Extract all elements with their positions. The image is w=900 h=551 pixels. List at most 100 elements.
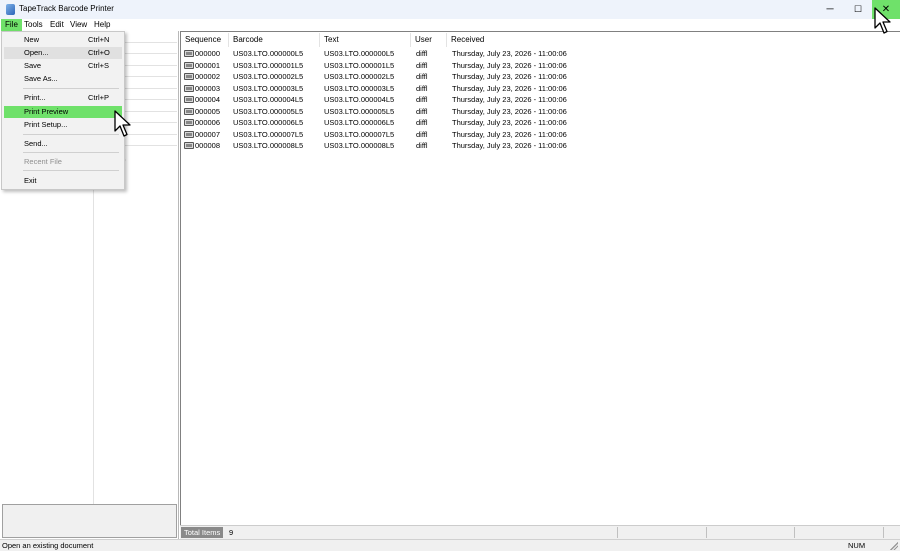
menu-item-send[interactable]: Send... xyxy=(4,138,122,150)
total-items-label: Total Items xyxy=(181,527,224,538)
status-separator xyxy=(617,527,618,538)
cell-received: Thursday, July 23, 2026 - 11:00:06 xyxy=(452,95,567,104)
resize-grip-icon[interactable] xyxy=(890,542,898,550)
table-row[interactable]: 000004 US03.LTO.000004L5 US03.LTO.000004L5… xyxy=(181,94,781,106)
menu-item-exit[interactable]: Exit xyxy=(4,175,122,187)
window-title: TapeTrack Barcode Printer xyxy=(19,4,114,13)
cell-text: US03.LTO.000006L5 xyxy=(324,118,395,127)
column-header-barcode[interactable]: Barcode xyxy=(229,33,320,47)
table-row[interactable]: 000008 US03.LTO.000008L5 US03.LTO.000008L5… xyxy=(181,140,781,152)
cell-sequence: 000008 xyxy=(195,141,221,150)
status-message: Open an existing document xyxy=(2,541,94,550)
cell-user: diffl xyxy=(416,106,428,116)
column-header-text[interactable]: Text xyxy=(320,33,411,47)
cell-user: diffl xyxy=(416,118,428,127)
cell-barcode: US03.LTO.000006L5 xyxy=(233,118,304,127)
table-row[interactable]: 000000 US03.LTO.000000L5 US03.LTO.000000L5… xyxy=(181,48,781,60)
cell-barcode: US03.LTO.000002L5 xyxy=(233,72,304,81)
menu-item-shortcut: Ctrl+P xyxy=(88,93,110,102)
tape-icon xyxy=(184,61,194,69)
column-header-received[interactable]: Received xyxy=(447,33,607,47)
tape-icon xyxy=(184,119,194,126)
cell-user: diffl xyxy=(416,60,428,70)
column-header-sequence[interactable]: Sequence xyxy=(181,33,229,47)
table-row[interactable]: 000002 US03.LTO.000002L5 US03.LTO.000002L5… xyxy=(181,71,781,83)
cell-received: Thursday, July 23, 2026 - 11:00:06 xyxy=(452,83,567,93)
minimize-button[interactable]: ─ xyxy=(816,0,844,19)
mouse-cursor-icon xyxy=(874,7,891,34)
app-icon xyxy=(6,4,15,15)
menu-item-save-as[interactable]: Save As... xyxy=(4,73,122,85)
menu-item-label: Save As... xyxy=(24,74,58,83)
menu-item-save[interactable]: Save Ctrl+S xyxy=(4,60,122,72)
cell-user: diffl xyxy=(416,95,428,104)
menu-edit[interactable]: Edit xyxy=(46,19,68,31)
cell-user: diffl xyxy=(416,83,428,93)
cell-barcode: US03.LTO.000000L5 xyxy=(233,49,304,58)
menu-item-shortcut: Ctrl+S xyxy=(88,61,110,70)
total-items-value: 9 xyxy=(229,528,234,537)
menu-item-label: Print... xyxy=(24,93,46,102)
cell-text: US03.LTO.000003L5 xyxy=(324,83,395,93)
menu-item-open[interactable]: Open... Ctrl+O xyxy=(4,47,122,59)
menu-tools[interactable]: Tools xyxy=(20,19,47,31)
menu-separator xyxy=(23,152,119,153)
menu-separator xyxy=(23,134,119,135)
mouse-cursor-icon xyxy=(114,110,131,137)
cell-text: US03.LTO.000007L5 xyxy=(324,129,395,139)
menu-item-print-preview[interactable]: Print Preview xyxy=(4,106,122,118)
num-lock-indicator: NUM xyxy=(848,541,866,550)
tape-icon xyxy=(184,84,194,92)
menu-item-label: Recent File xyxy=(24,157,62,166)
menu-view[interactable]: View xyxy=(66,19,91,31)
cell-user: diffl xyxy=(416,129,428,139)
menu-item-print-setup[interactable]: Print Setup... xyxy=(4,119,122,131)
cell-sequence: 000004 xyxy=(195,95,221,104)
cell-text: US03.LTO.000001L5 xyxy=(324,60,395,70)
barcode-list[interactable]: Sequence Barcode Text User Received 0000… xyxy=(180,31,900,526)
menu-item-label: Open... xyxy=(24,48,49,57)
menu-item-shortcut: Ctrl+N xyxy=(88,35,110,44)
cell-user: diffl xyxy=(416,141,428,150)
cell-text: US03.LTO.000000L5 xyxy=(324,49,395,58)
menu-item-label: Exit xyxy=(24,176,37,185)
menu-help[interactable]: Help xyxy=(90,19,114,31)
table-row[interactable]: 000007 US03.LTO.000007L5 US03.LTO.000007L5… xyxy=(181,129,781,141)
cell-barcode: US03.LTO.000007L5 xyxy=(233,129,304,139)
table-row[interactable]: 000003 US03.LTO.000003L5 US03.LTO.000003L5… xyxy=(181,83,781,95)
cell-user: diffl xyxy=(416,49,428,58)
column-header-user[interactable]: User xyxy=(411,33,447,47)
totals-bar: Total Items 9 xyxy=(180,525,900,539)
menu-separator xyxy=(23,170,119,171)
cell-barcode: US03.LTO.000008L5 xyxy=(233,141,304,150)
table-row[interactable]: 000001 US03.LTO.000001L5 US03.LTO.000001L5… xyxy=(181,60,781,72)
menu-item-print[interactable]: Print... Ctrl+P xyxy=(4,92,122,104)
cell-received: Thursday, July 23, 2026 - 11:00:06 xyxy=(452,49,567,58)
cell-sequence: 000005 xyxy=(195,106,221,116)
cell-barcode: US03.LTO.000001L5 xyxy=(233,60,304,70)
tape-icon xyxy=(184,130,194,138)
menu-item-label: Send... xyxy=(24,139,48,148)
title-bar: TapeTrack Barcode Printer ─ ☐ ✕ xyxy=(0,0,900,19)
cell-received: Thursday, July 23, 2026 - 11:00:06 xyxy=(452,129,567,139)
menu-item-shortcut: Ctrl+O xyxy=(88,48,110,57)
cell-barcode: US03.LTO.000003L5 xyxy=(233,83,304,93)
cell-text: US03.LTO.000004L5 xyxy=(324,95,395,104)
table-row[interactable]: 000005 US03.LTO.000005L5 US03.LTO.000005L5… xyxy=(181,106,781,118)
tape-icon xyxy=(184,142,194,149)
cell-text: US03.LTO.000005L5 xyxy=(324,106,395,116)
menu-item-new[interactable]: New Ctrl+N xyxy=(4,34,122,46)
cell-received: Thursday, July 23, 2026 - 11:00:06 xyxy=(452,72,567,81)
menu-item-recent-file: Recent File xyxy=(4,156,122,168)
cell-user: diffl xyxy=(416,72,428,81)
menu-bar: File Tools Edit View Help xyxy=(0,19,900,31)
table-row[interactable]: 000006 US03.LTO.000006L5 US03.LTO.000006L5… xyxy=(181,117,781,129)
status-separator xyxy=(706,527,707,538)
cell-text: US03.LTO.000008L5 xyxy=(324,141,395,150)
status-bar: Open an existing document NUM xyxy=(0,539,900,551)
menu-file[interactable]: File xyxy=(1,19,22,31)
menu-item-label: Print Setup... xyxy=(24,120,68,129)
maximize-button[interactable]: ☐ xyxy=(844,0,872,19)
cell-received: Thursday, July 23, 2026 - 11:00:06 xyxy=(452,141,567,150)
cell-received: Thursday, July 23, 2026 - 11:00:06 xyxy=(452,118,567,127)
